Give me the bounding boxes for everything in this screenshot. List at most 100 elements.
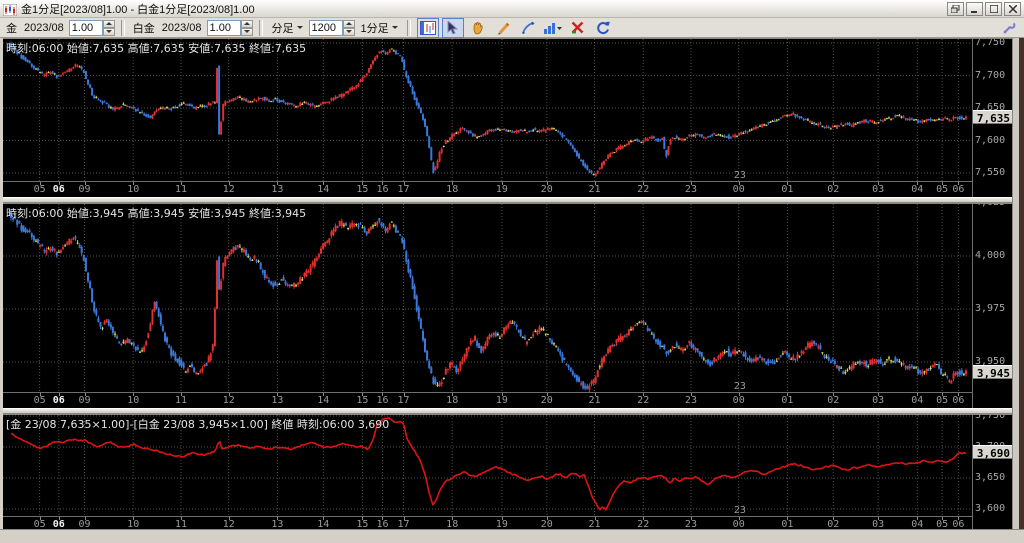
x-tick-label: 14 [317, 395, 330, 406]
platinum-plot[interactable]: 23 時刻:06:00 始値:3,945 高値:3,945 安値:3,945 終… [3, 204, 972, 392]
y-tick-label: 7,700 [975, 70, 1006, 81]
date-change-label: 23 [734, 381, 746, 392]
x-tick-label: 03 [872, 395, 885, 406]
x-tick-label: 02 [827, 395, 840, 406]
x-tick-label: 01 [781, 395, 794, 406]
last-price-box-platinum: 3,945 [973, 365, 1013, 380]
platinum-up-icon[interactable] [240, 19, 253, 28]
last-price-box-spread: 3,690 [973, 445, 1013, 460]
y-tick-label: 3,975 [975, 303, 1006, 314]
x-tick-label: 13 [271, 395, 284, 406]
x-tick-label: 05 [33, 184, 46, 195]
platinum-multiplier-value[interactable]: 1.00 [206, 19, 241, 36]
titlebar: 金1分足[2023/08]1.00 - 白金1分足[2023/08]1.00 [0, 0, 1024, 18]
gold-label: 金 [6, 22, 17, 35]
bar-count-value[interactable]: 1200 [308, 19, 343, 36]
pen-icon [521, 21, 535, 34]
bar-chart-icon [543, 23, 562, 34]
pencil-tool-button[interactable] [492, 18, 514, 38]
x-tick-label: 11 [174, 184, 188, 195]
date-change-label: 23 [734, 170, 746, 181]
x-tick-label: 17 [397, 395, 410, 406]
x-tick-label: 05 [936, 184, 949, 195]
toolbar-separator [120, 19, 125, 36]
platinum-x-axis: 05 06 09 10 11 12 13 14 15 16 17 18 19 20 21 22 23 00 01 02… [3, 392, 972, 408]
gold-up-icon[interactable] [102, 19, 115, 28]
gold-month: 2023/08 [24, 21, 64, 34]
x-tick-label: 12 [222, 184, 235, 195]
x-tick-label: 06 [52, 395, 65, 406]
x-tick-label: 11 [174, 395, 188, 406]
gold-x-axis: 05 06 09 10 11 12 13 14 15 16 17 18 19 20 21 22 23 00 01 02… [3, 181, 972, 197]
x-tick-label: 14 [317, 184, 330, 195]
x-tick-label: 09 [78, 184, 91, 195]
bar-count-stepper[interactable]: 1200 [308, 19, 355, 36]
x-tick-label: 20 [540, 184, 553, 195]
x-tick-label: 21 [588, 395, 601, 406]
gold-multiplier-value[interactable]: 1.00 [68, 19, 103, 36]
x-tick-label: 15 [356, 395, 369, 406]
gold-plot[interactable]: 23 時刻:06:00 始値:7,635 高値:7,635 安値:7,635 終… [3, 39, 972, 181]
chevron-down-icon [391, 26, 398, 29]
delete-button[interactable] [567, 18, 589, 38]
x-tick-label: 01 [781, 184, 794, 195]
platinum-y-axis: 4,0254,0003,9753,9503,945 [972, 204, 1013, 408]
x-tick-label: 23 [684, 395, 697, 406]
cursor-tool-button[interactable] [441, 17, 464, 38]
x-tick-label: 10 [127, 184, 140, 195]
y-tick-label: 3,600 [975, 503, 1006, 514]
platinum-multiplier-stepper[interactable]: 1.00 [206, 19, 253, 36]
y-tick-label: 3,650 [975, 472, 1006, 483]
gold-ohlc-readout: 時刻:06:00 始値:7,635 高値:7,635 安値:7,635 終値:7… [6, 42, 307, 55]
x-tick-label: 12 [222, 395, 235, 406]
x-tick-label: 05 [33, 395, 46, 406]
bar-count-down-icon[interactable] [342, 27, 355, 36]
interval-dropdown[interactable]: 1分足 [358, 19, 401, 37]
bar-count-up-icon[interactable] [342, 19, 355, 28]
bar-type-dropdown[interactable]: 分足 [269, 19, 306, 37]
spread-plot[interactable]: 23 [金 23/08 7,635×1.00]-[白金 23/08 3,945×… [3, 415, 972, 516]
desktop-edge [1019, 38, 1024, 530]
last-price-box-gold: 7,635 [973, 110, 1013, 125]
y-tick-label: 4,000 [975, 250, 1006, 261]
y-tick-label: 3,750 [975, 415, 1006, 421]
x-tick-label: 18 [446, 184, 459, 195]
right-window-border [1012, 38, 1019, 530]
chart-type-button[interactable] [542, 18, 564, 38]
x-tick-label: 10 [127, 395, 140, 406]
spread-chart-panel: 23 [金 23/08 7,635×1.00]-[白金 23/08 3,945×… [3, 414, 1013, 532]
chart-frame-icon [419, 20, 436, 35]
x-tick-label: 13 [271, 184, 284, 195]
x-tick-label: 21 [588, 184, 601, 195]
platinum-down-icon[interactable] [240, 27, 253, 36]
y-tick-label: 7,600 [975, 135, 1006, 146]
settings-button[interactable] [998, 18, 1020, 38]
app-icon [2, 3, 18, 16]
chart-frame-button[interactable] [416, 17, 439, 38]
x-tick-label: 06 [952, 395, 965, 406]
close-button[interactable] [1004, 1, 1021, 16]
refresh-icon [596, 21, 610, 34]
x-tick-label: 00 [732, 395, 745, 406]
maximize-button[interactable] [985, 1, 1002, 16]
pan-tool-button[interactable] [467, 18, 489, 38]
gold-chart-panel: 23 時刻:06:00 始値:7,635 高値:7,635 安値:7,635 終… [3, 38, 1013, 197]
minimize-button[interactable] [966, 1, 983, 16]
x-tick-label: 22 [637, 395, 650, 406]
pen-tool-button[interactable] [517, 18, 539, 38]
wrench-icon [1003, 22, 1015, 34]
gold-multiplier-stepper[interactable]: 1.00 [68, 19, 115, 36]
x-tick-label: 19 [495, 395, 508, 406]
y-tick-label: 7,550 [975, 167, 1006, 178]
x-tick-label: 09 [78, 395, 91, 406]
pencil-icon [497, 22, 509, 35]
x-tick-label: 04 [911, 395, 924, 406]
gold-down-icon[interactable] [102, 27, 115, 36]
popout-button[interactable] [947, 1, 964, 16]
hand-icon [473, 21, 483, 34]
x-tick-label: 05 [936, 395, 949, 406]
spread-y-axis: 3,7503,7003,6503,6003,690 [972, 415, 1013, 532]
platinum-month: 2023/08 [161, 21, 202, 34]
x-tick-label: 22 [637, 184, 650, 195]
refresh-button[interactable] [592, 18, 614, 38]
